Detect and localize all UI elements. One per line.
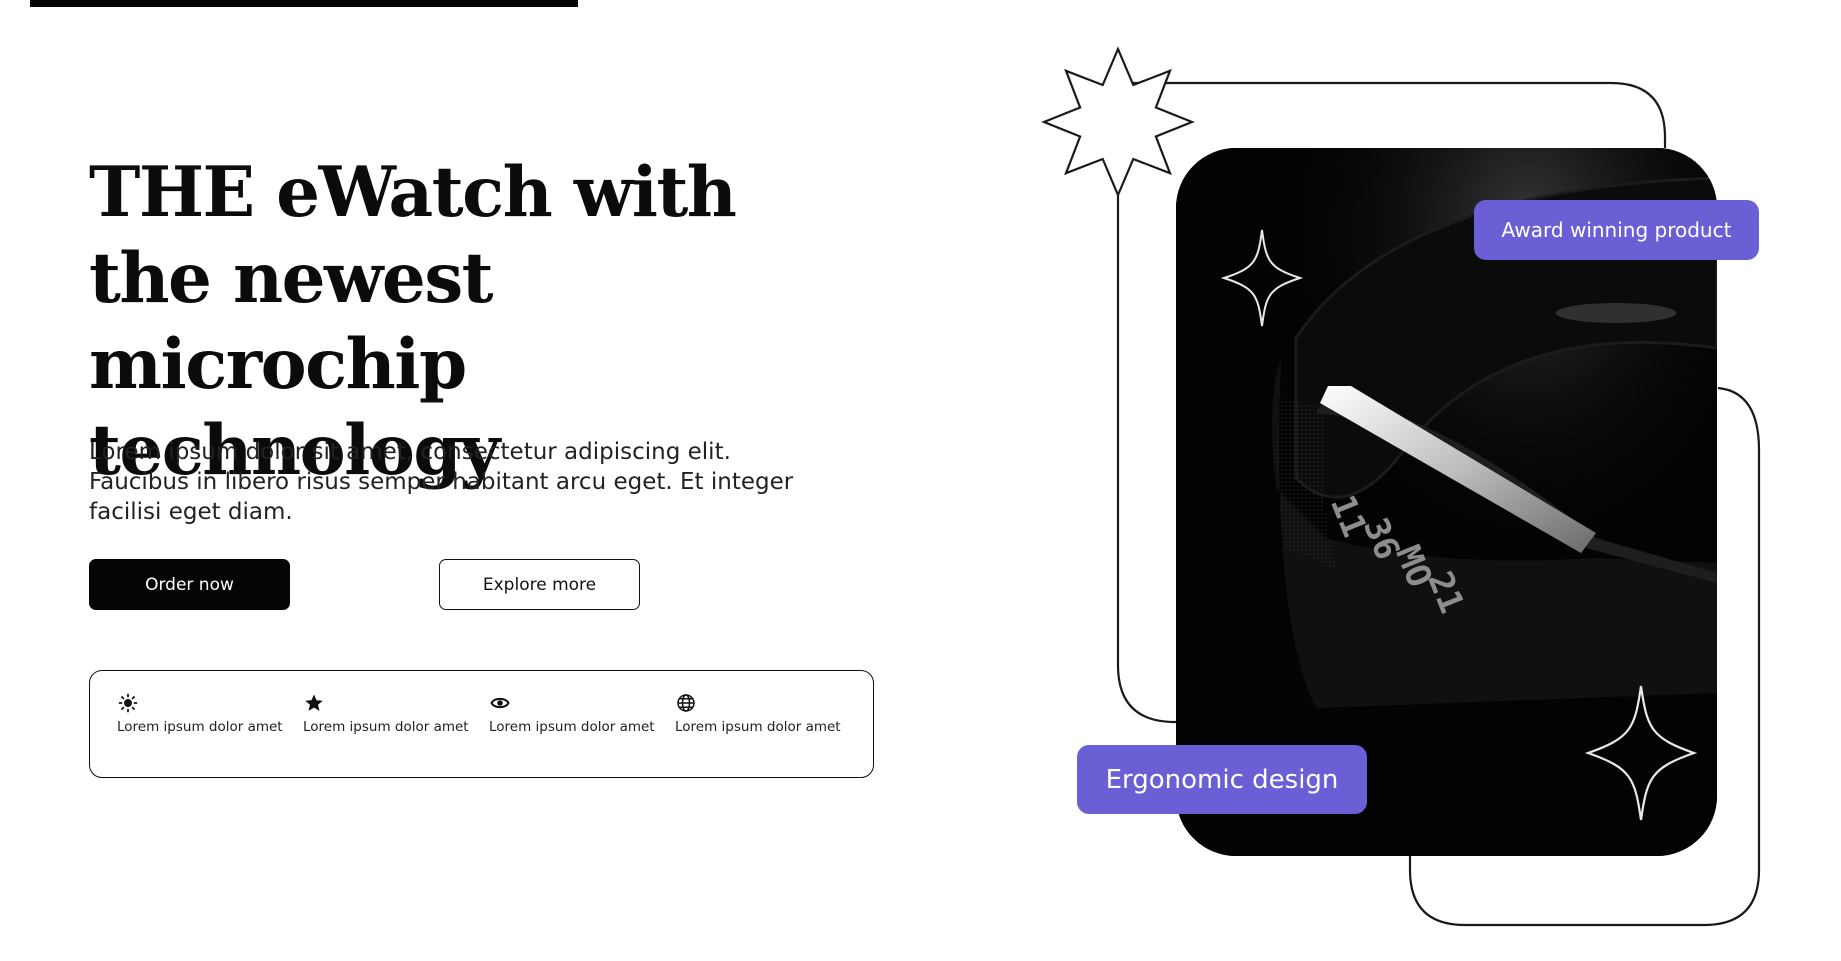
eight-point-star-icon [1041,46,1195,198]
ergonomic-badge: Ergonomic design [1077,745,1367,814]
award-badge: Award winning product [1474,200,1759,260]
